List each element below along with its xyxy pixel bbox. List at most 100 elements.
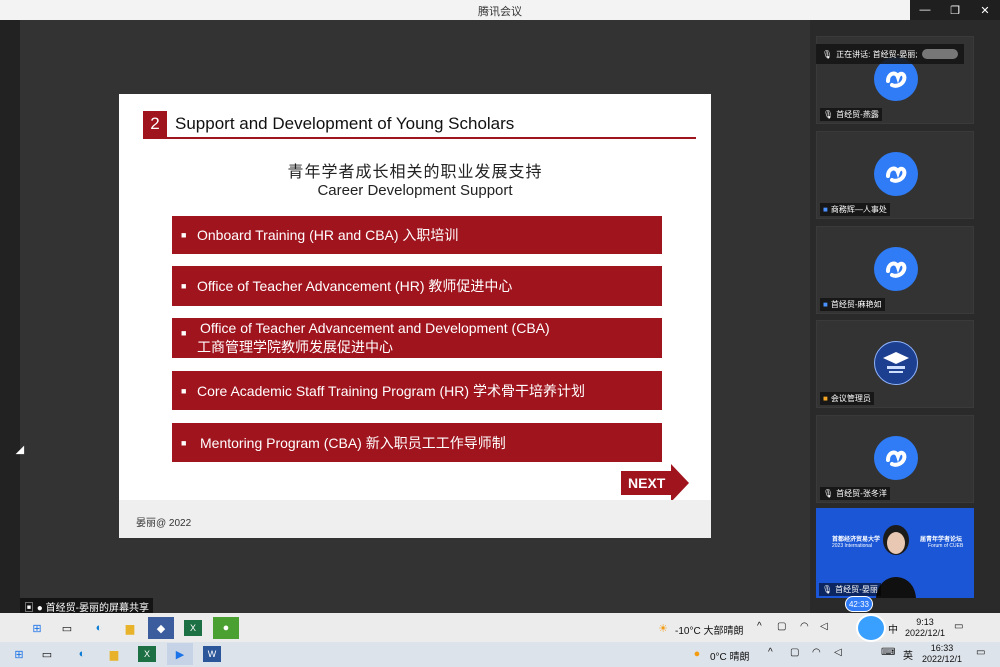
- item-text: Core Academic Staff Training Program (HR…: [197, 382, 585, 399]
- next-label: NEXT: [628, 475, 666, 491]
- footer-text: 晏丽@ 2022: [136, 518, 192, 529]
- item-text-line2: 工商管理学院教师发展促进中心: [197, 339, 393, 355]
- user-icon: ■: [823, 300, 828, 309]
- weather-text: -10°C 大部晴朗: [675, 626, 744, 637]
- item-text: Office of Teacher Advancement (HR) 教师促进中…: [197, 278, 513, 294]
- excel-icon[interactable]: X: [184, 620, 202, 636]
- item-text: Mentoring Program (CBA) 新入职员工工作导师制: [200, 434, 506, 451]
- tencent-meeting-logo-icon: [886, 261, 907, 278]
- participant-name: 🎙 首经贸-张冬洋: [820, 487, 890, 500]
- window-titlebar: 腾讯会议 — ❐ ✕: [0, 0, 1000, 20]
- slide-item-core-staff: ■ Core Academic Staff Training Program (…: [172, 371, 662, 410]
- weather-icon: ☀: [658, 622, 668, 635]
- clock-date: 2022/12/1: [904, 628, 946, 638]
- network-icon[interactable]: ▢: [790, 647, 799, 658]
- ime-indicator[interactable]: 中: [888, 621, 898, 636]
- meeting-timer: 42:33: [845, 596, 873, 612]
- edge-browser-icon[interactable]: ◐: [90, 620, 108, 636]
- ime-indicator[interactable]: 英: [903, 647, 913, 662]
- window-title: 腾讯会议: [478, 6, 522, 18]
- avatar: [874, 247, 918, 291]
- avatar: [874, 152, 918, 196]
- file-explorer-icon[interactable]: ▆: [105, 646, 123, 662]
- clock-date: 2022/12/1: [921, 654, 963, 664]
- windows-start-icon[interactable]: ⊞: [10, 646, 28, 662]
- wifi-icon[interactable]: ◠: [800, 621, 809, 632]
- network-icon[interactable]: ▢: [777, 621, 786, 632]
- participant-name: 🎙 首经贸-晏丽: [819, 583, 881, 596]
- mic-icon: 🎙: [822, 585, 833, 594]
- slide-title: Support and Development of Young Scholar…: [175, 114, 515, 133]
- close-button[interactable]: ✕: [970, 0, 1000, 20]
- slide-header: 2 Support and Development of Young Schol…: [143, 111, 696, 139]
- admin-icon: ■: [823, 394, 828, 403]
- task-view-icon[interactable]: ▭: [38, 646, 56, 662]
- participant-tile[interactable]: 🎙 首经贸-张冬洋: [816, 415, 974, 503]
- slide-subtitle-cn: 青年学者成长相关的职业发展支持: [287, 164, 543, 181]
- speaking-indicator: 🎙 正在讲话: 首经贸-晏丽;: [816, 44, 964, 64]
- participant-name: ■ 会议管理员: [820, 392, 874, 405]
- participant-video-tile[interactable]: 首都经济贸易大学 届青年学者论坛 2023 International Foru…: [816, 508, 974, 598]
- volume-icon[interactable]: ◁: [820, 621, 828, 632]
- academic-logo-icon: [883, 352, 909, 373]
- user-icon: ■: [823, 205, 828, 214]
- volume-icon[interactable]: ◁: [834, 647, 842, 658]
- tencent-meeting-logo-icon: [886, 450, 907, 467]
- participant-tile[interactable]: ■ 商務辉—人事处: [816, 131, 974, 219]
- clock[interactable]: 16:33 2022/12/1: [916, 643, 968, 665]
- excel-icon[interactable]: X: [138, 646, 156, 662]
- participant-name: 🎙 首经贸-燕露: [820, 108, 882, 121]
- participant-name: ■ 首经贸-麻艳如: [820, 298, 885, 311]
- tray-expand-icon[interactable]: ^: [768, 647, 773, 658]
- slide-item-teacher-development: ■ Office of Teacher Advancement and Deve…: [172, 318, 662, 358]
- weather-text: 0°C 晴朗: [710, 652, 750, 663]
- presentation-slide: 2 Support and Development of Young Schol…: [119, 94, 711, 538]
- bullet-icon: ■: [181, 385, 187, 396]
- bullet-icon: ■: [181, 230, 187, 240]
- task-view-icon[interactable]: ▭: [58, 620, 76, 636]
- tencent-meeting-logo-icon: [886, 166, 907, 183]
- wifi-icon[interactable]: ◠: [812, 647, 821, 658]
- minimize-button[interactable]: —: [910, 0, 940, 20]
- bullet-icon: ■: [181, 328, 187, 338]
- clock-time: 9:13: [916, 617, 934, 627]
- left-edge: [0, 20, 20, 613]
- tencent-meeting-taskbar-icon[interactable]: ▶: [167, 643, 193, 665]
- edge-browser-icon[interactable]: ◐: [73, 646, 91, 662]
- participant-tile[interactable]: ■ 会议管理员: [816, 320, 974, 408]
- speaker-icon: 🎙: [822, 49, 833, 59]
- slide-footer: 晏丽@ 2022: [119, 500, 711, 538]
- windows-start-icon[interactable]: ⊞: [28, 620, 46, 636]
- clock-time: 16:33: [930, 643, 954, 653]
- floating-meeting-icon[interactable]: [856, 614, 886, 642]
- slide-number: 2: [143, 111, 167, 137]
- item-text-line1: Office of Teacher Advancement and Develo…: [200, 320, 550, 336]
- tencent-meeting-taskbar-icon[interactable]: ◆: [148, 617, 174, 639]
- wechat-icon[interactable]: ●: [213, 617, 239, 639]
- slide-subtitle-en: Career Development Support: [317, 182, 513, 199]
- participant-tile[interactable]: ■ 首经贸-麻艳如: [816, 226, 974, 314]
- bullet-icon: ■: [181, 281, 187, 291]
- slide-item-teacher-advancement: ■ Office of Teacher Advancement (HR) 教师促…: [172, 266, 662, 306]
- slide-item-mentoring: ■ Mentoring Program (CBA) 新入职员工工作导师制: [172, 423, 662, 462]
- window-controls: — ❐ ✕: [910, 0, 1000, 20]
- keyboard-icon[interactable]: ⌨: [881, 647, 895, 658]
- notification-icon[interactable]: ▭: [954, 621, 963, 632]
- tray-expand-icon[interactable]: ^: [757, 621, 762, 632]
- word-icon[interactable]: W: [203, 646, 221, 662]
- local-taskbar: ⊞ ▭ ◐ ▆ X ▶ W ● 0°C 晴朗 ^ ▢ ◠ ◁ ⌨ 英 16:33…: [0, 642, 1000, 667]
- clock[interactable]: 9:13 2022/12/1: [900, 617, 950, 639]
- notification-icon[interactable]: ▭: [976, 647, 985, 658]
- bullet-icon: ■: [181, 437, 187, 448]
- remote-taskbar: ⊞ ▭ ◐ ▆ ◆ X ● ☀ -10°C 大部晴朗 ^ ▢ ◠ ◁ 中 9:1…: [0, 613, 1000, 642]
- speaking-text: 正在讲话: 首经贸-晏丽;: [836, 49, 918, 59]
- avatar: [874, 436, 918, 480]
- file-explorer-icon[interactable]: ▆: [121, 620, 139, 636]
- weather-icon: ●: [693, 648, 701, 660]
- slide-item-onboard: ■ Onboard Training (HR and CBA) 入职培训: [172, 216, 662, 254]
- avatar: [874, 341, 918, 385]
- screen: 腾讯会议 — ❐ ✕ 2 Support and Development of …: [0, 0, 1000, 667]
- tencent-meeting-logo-icon: [886, 71, 907, 88]
- restore-button[interactable]: ❐: [940, 0, 970, 20]
- audio-level-icon: [922, 49, 958, 59]
